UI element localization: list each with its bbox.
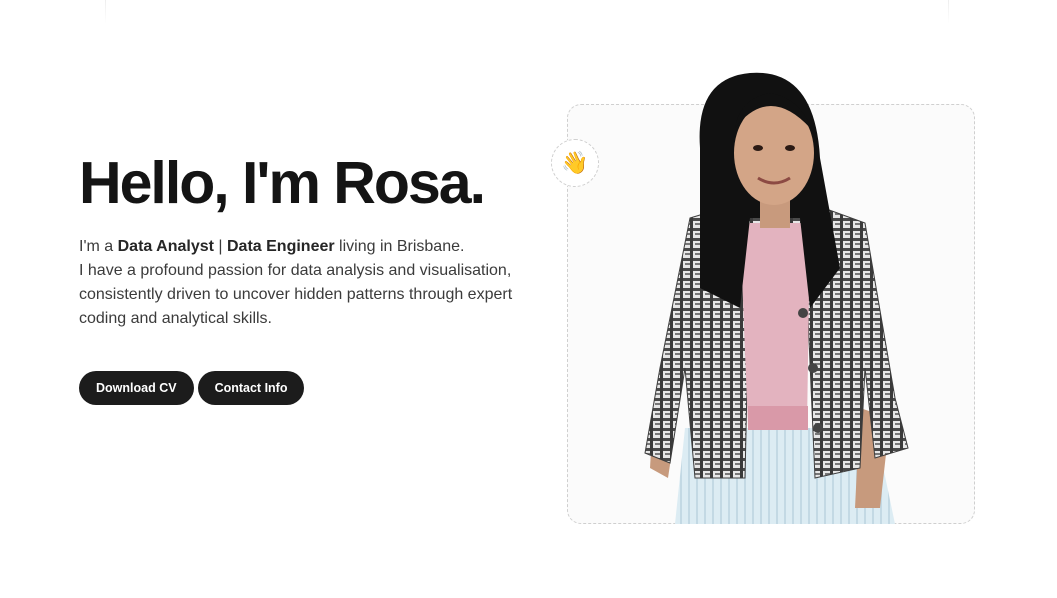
page-title: Hello, I'm Rosa. bbox=[79, 150, 486, 216]
bio-line: coding and analytical skills. bbox=[79, 310, 272, 327]
top-edge-divider bbox=[948, 0, 949, 24]
waving-hand-icon: 👋 bbox=[551, 139, 599, 187]
role-data-engineer: Data Engineer bbox=[227, 238, 335, 255]
profile-photo bbox=[640, 68, 912, 524]
bio-intro-suffix: living in Brisbane. bbox=[334, 238, 465, 255]
hero-section: Hello, I'm Rosa. I'm a Data Analyst | Da… bbox=[79, 148, 549, 331]
bio-line: consistently driven to uncover hidden pa… bbox=[79, 286, 513, 303]
bio-text: I'm a Data Analyst | Data Engineer livin… bbox=[79, 235, 549, 331]
download-cv-button[interactable]: Download CV bbox=[79, 371, 194, 405]
role-data-analyst: Data Analyst bbox=[117, 238, 214, 255]
bio-line: I have a profound passion for data analy… bbox=[79, 262, 512, 279]
top-edge-divider bbox=[105, 0, 106, 24]
hero-actions: Download CV Contact Info bbox=[79, 371, 305, 405]
page: Hello, I'm Rosa. I'm a Data Analyst | Da… bbox=[0, 0, 1057, 598]
role-separator: | bbox=[213, 238, 227, 255]
bio-intro-prefix: I'm a bbox=[79, 238, 118, 255]
contact-info-button[interactable]: Contact Info bbox=[197, 371, 305, 405]
